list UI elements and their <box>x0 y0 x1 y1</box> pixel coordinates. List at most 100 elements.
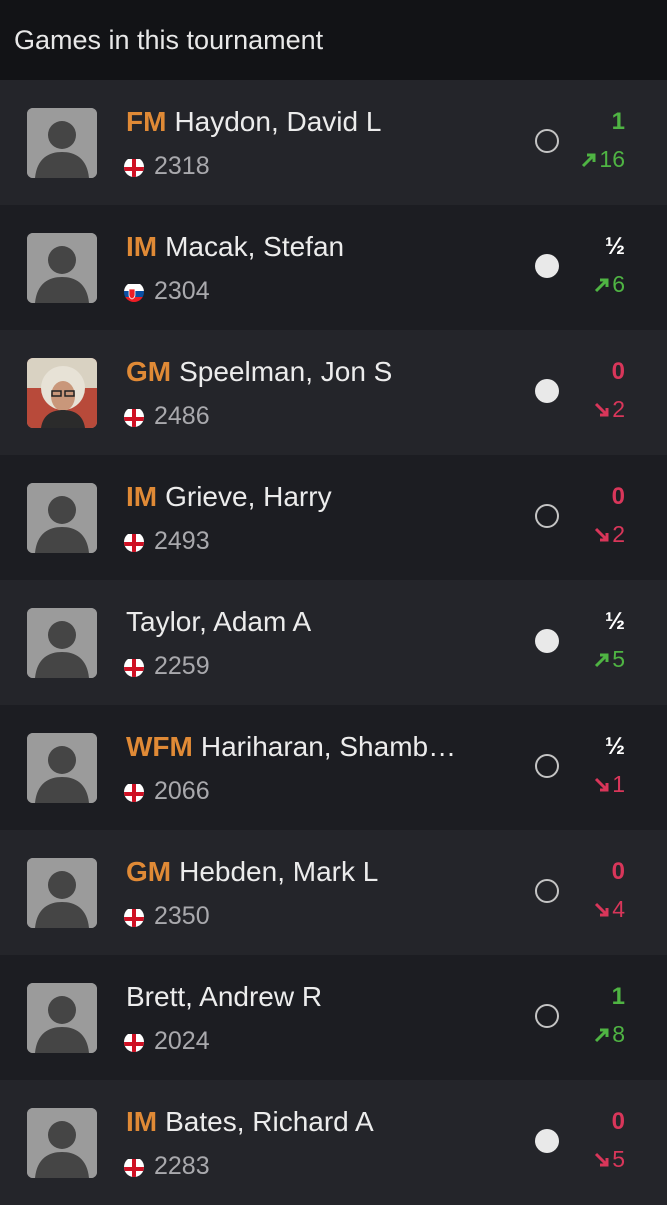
england-flag-icon <box>124 407 144 427</box>
rating-line: 2304 <box>124 277 210 306</box>
rating-change-value: 8 <box>612 1021 625 1047</box>
rating-change-value: 1 <box>612 771 625 797</box>
player-name-line: Taylor, Adam A <box>126 606 311 638</box>
white-piece-icon <box>535 1129 559 1153</box>
rating-line: 2024 <box>124 1027 210 1056</box>
rating-line: 2493 <box>124 527 210 556</box>
rating-change: 2 <box>593 521 625 548</box>
game-row[interactable]: IM Grieve, Harry 2493 0 2 <box>0 455 667 580</box>
game-row[interactable]: GM Speelman, Jon S 2486 0 2 <box>0 330 667 455</box>
avatar-placeholder-icon <box>27 483 97 553</box>
white-piece-icon <box>535 379 559 403</box>
arrow-up-right-icon <box>593 651 612 669</box>
player-name: Bates, Richard A <box>165 1106 374 1137</box>
rating-line: 2486 <box>124 402 210 431</box>
player-name-line: IM Macak, Stefan <box>126 231 344 263</box>
player-name: Taylor, Adam A <box>126 606 312 637</box>
game-result: 0 <box>611 1108 625 1135</box>
player-title: IM <box>126 1106 158 1137</box>
black-piece-icon <box>535 879 559 903</box>
rating-change: 5 <box>593 1146 625 1173</box>
player-name: Speelman, Jon S <box>179 356 393 387</box>
game-result: ½ <box>604 608 625 635</box>
rating-change: 16 <box>580 146 625 173</box>
game-result: 1 <box>611 108 625 135</box>
rating-change: 1 <box>593 771 625 798</box>
game-result: 0 <box>611 483 625 510</box>
rating-change: 5 <box>593 646 625 673</box>
player-name-line: IM Grieve, Harry <box>126 481 332 513</box>
arrow-down-right-icon <box>593 1151 612 1169</box>
avatar-placeholder-icon <box>27 983 97 1053</box>
rating-change-value: 4 <box>612 896 625 922</box>
player-name-line: GM Speelman, Jon S <box>126 356 392 388</box>
player-name-line: IM Bates, Richard A <box>126 1106 374 1138</box>
england-flag-icon <box>124 657 144 677</box>
rating-change-value: 2 <box>612 521 625 547</box>
avatar-placeholder-icon <box>27 1108 97 1178</box>
games-list: FM Haydon, David L 2318 1 16 IM Macak, Stefan 2… <box>0 80 667 1205</box>
black-piece-icon <box>535 1004 559 1028</box>
black-piece-icon <box>535 129 559 153</box>
england-flag-icon <box>124 532 144 552</box>
game-result: ½ <box>604 233 625 260</box>
avatar-placeholder-icon <box>27 233 97 303</box>
player-title: GM <box>126 856 172 887</box>
player-name: Macak, Stefan <box>165 231 345 262</box>
game-row[interactable]: Brett, Andrew R 2024 1 8 <box>0 955 667 1080</box>
avatar-placeholder-icon <box>27 108 97 178</box>
rating-change: 8 <box>593 1021 625 1048</box>
player-title: FM <box>126 106 167 137</box>
game-row[interactable]: FM Haydon, David L 2318 1 16 <box>0 80 667 205</box>
rating-change-value: 5 <box>612 646 625 672</box>
white-piece-icon <box>535 254 559 278</box>
england-flag-icon <box>124 157 144 177</box>
game-row[interactable]: GM Hebden, Mark L 2350 0 4 <box>0 830 667 955</box>
avatar-placeholder-icon <box>27 608 97 678</box>
black-piece-icon <box>535 754 559 778</box>
player-title: WFM <box>126 731 193 762</box>
game-row[interactable]: IM Bates, Richard A 2283 0 5 <box>0 1080 667 1205</box>
avatar-placeholder-icon <box>27 733 97 803</box>
rating-change-value: 5 <box>612 1146 625 1172</box>
player-rating: 2024 <box>154 1027 210 1055</box>
game-result: ½ <box>604 733 625 760</box>
arrow-up-right-icon <box>580 151 599 169</box>
rating-line: 2318 <box>124 152 210 181</box>
player-rating: 2304 <box>154 277 210 305</box>
player-name-line: WFM Hariharan, Shamb… <box>126 731 456 763</box>
rating-change-value: 16 <box>599 146 625 172</box>
player-name: Hariharan, Shamb… <box>200 731 457 762</box>
black-piece-icon <box>535 504 559 528</box>
england-flag-icon <box>124 1157 144 1177</box>
section-header: Games in this tournament <box>0 0 667 80</box>
game-result: 1 <box>611 983 625 1010</box>
slovakia-flag-icon <box>124 282 144 302</box>
rating-line: 2259 <box>124 652 210 681</box>
player-rating: 2350 <box>154 902 210 930</box>
rating-line: 2350 <box>124 902 210 931</box>
avatar-placeholder-icon <box>27 858 97 928</box>
arrow-up-right-icon <box>593 276 612 294</box>
game-result: 0 <box>611 358 625 385</box>
england-flag-icon <box>124 1032 144 1052</box>
player-title: IM <box>126 481 158 512</box>
england-flag-icon <box>124 907 144 927</box>
rating-change: 4 <box>593 896 625 923</box>
rating-change: 6 <box>593 271 625 298</box>
player-name-line: Brett, Andrew R <box>126 981 322 1013</box>
player-title: GM <box>126 356 172 387</box>
rating-change-value: 2 <box>612 396 625 422</box>
rating-line: 2283 <box>124 1152 210 1181</box>
player-name: Grieve, Harry <box>165 481 332 512</box>
player-name-line: GM Hebden, Mark L <box>126 856 378 888</box>
player-name: Haydon, David L <box>174 106 382 137</box>
rating-line: 2066 <box>124 777 210 806</box>
game-row[interactable]: IM Macak, Stefan 2304 ½ 6 <box>0 205 667 330</box>
game-row[interactable]: WFM Hariharan, Shamb… 2066 ½ 1 <box>0 705 667 830</box>
player-name: Hebden, Mark L <box>179 856 379 887</box>
game-row[interactable]: Taylor, Adam A 2259 ½ 5 <box>0 580 667 705</box>
player-name: Brett, Andrew R <box>126 981 323 1012</box>
rating-change: 2 <box>593 396 625 423</box>
white-piece-icon <box>535 629 559 653</box>
